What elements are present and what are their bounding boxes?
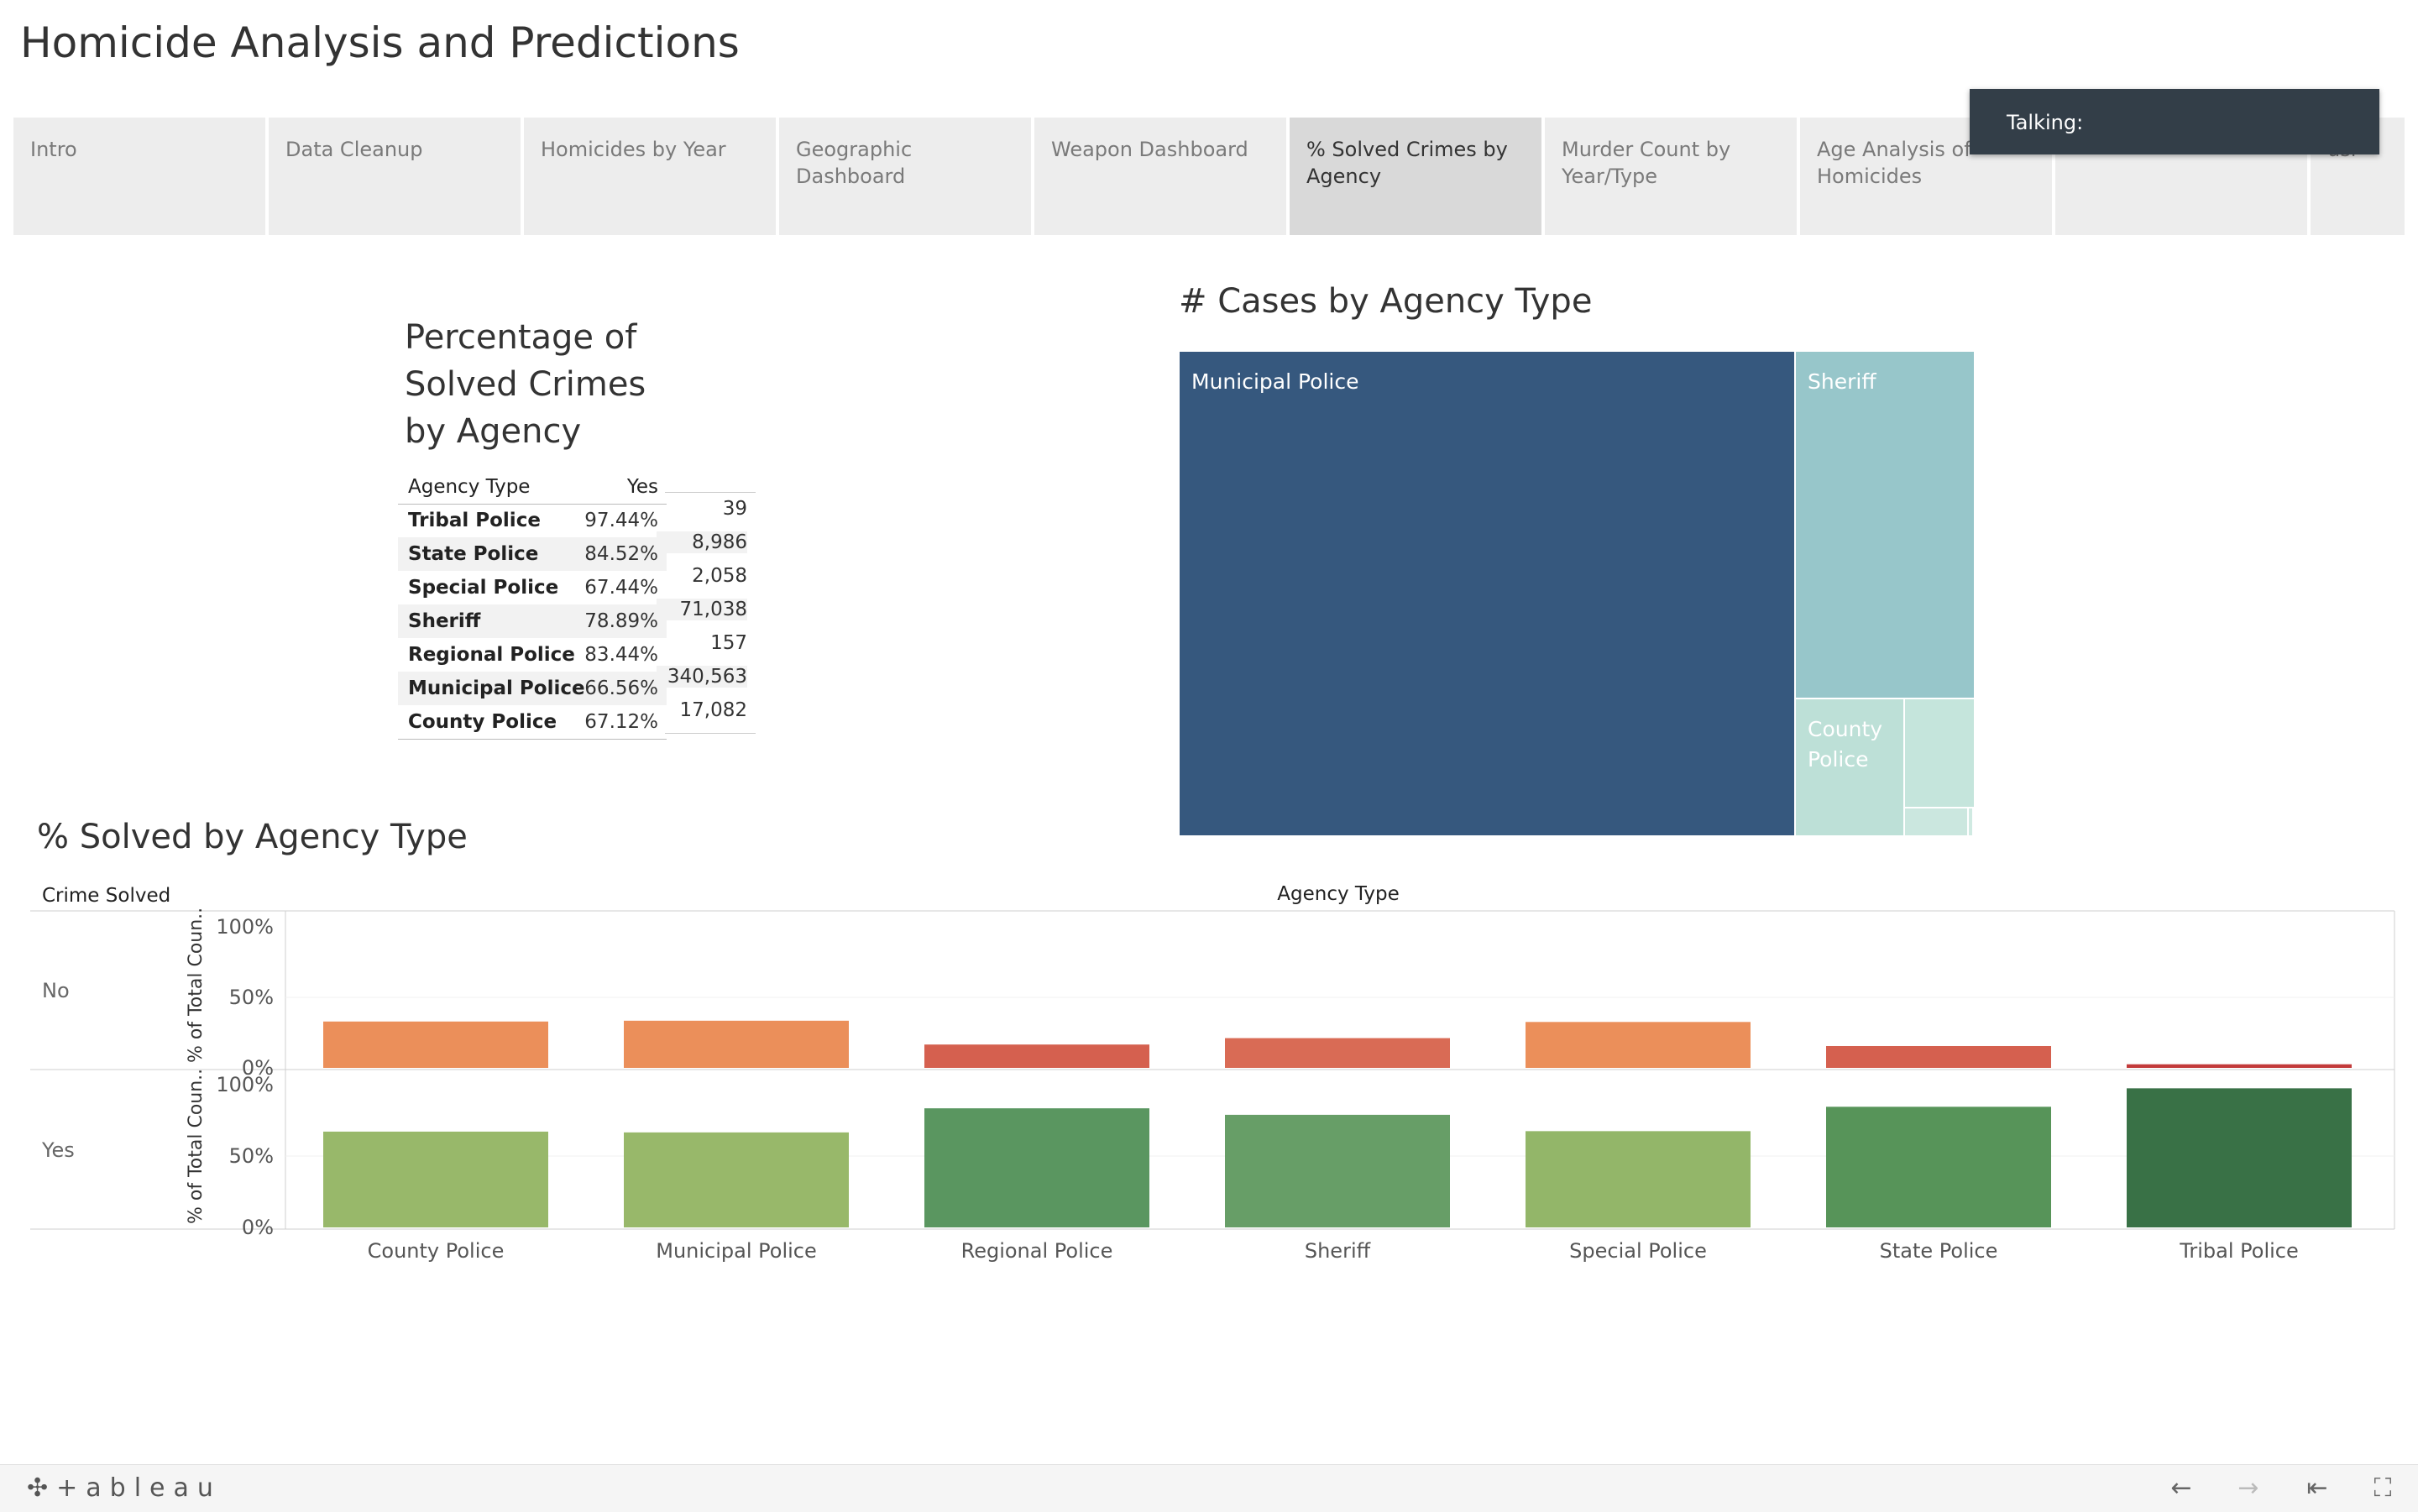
count-cell: 71,038 bbox=[657, 599, 747, 620]
story-title: Homicide Analysis and Predictions bbox=[20, 18, 740, 67]
row-agency: Tribal Police bbox=[408, 510, 541, 531]
bar-no[interactable] bbox=[1225, 1038, 1450, 1068]
talking-toast: Talking: bbox=[1970, 89, 2379, 154]
bar-no[interactable] bbox=[1526, 1022, 1751, 1068]
axis-tick-label: 100% bbox=[216, 915, 274, 939]
bar-yes[interactable] bbox=[1526, 1131, 1751, 1227]
pct-table-title: Percentage of Solved Crimes by Agency bbox=[405, 318, 646, 451]
bar-yes[interactable] bbox=[323, 1131, 548, 1227]
count-cell: 2,058 bbox=[692, 565, 747, 587]
bar-yes[interactable] bbox=[624, 1132, 849, 1227]
axis-tick-label: 50% bbox=[229, 986, 274, 1009]
treemap-cell-special-police[interactable] bbox=[1904, 808, 1968, 836]
row-agency: Sheriff bbox=[408, 610, 481, 632]
row-agency: Municipal Police bbox=[408, 678, 585, 699]
row-yes: 97.44% bbox=[584, 510, 658, 531]
row-label-yes: Yes bbox=[41, 1138, 75, 1162]
tab-solved-crimes-by-agency[interactable]: % Solved Crimes by Agency bbox=[1290, 118, 1541, 235]
tab-murder-count[interactable]: Murder Count by Year/Type bbox=[1545, 118, 1797, 235]
category-label: County Police bbox=[368, 1239, 505, 1263]
category-label: Special Police bbox=[1569, 1239, 1707, 1263]
solved-bar-chart[interactable]: Crime Solved Agency Type No Yes % of Tot… bbox=[0, 873, 2418, 1276]
back-arrow-icon[interactable]: ← bbox=[2163, 1472, 2200, 1505]
table-row[interactable]: County Police 67.12% bbox=[398, 705, 667, 740]
fullscreen-icon[interactable]: ⛶ bbox=[2364, 1472, 2401, 1505]
bar-no[interactable] bbox=[323, 1021, 548, 1068]
tab-intro[interactable]: Intro bbox=[13, 118, 265, 235]
table-row[interactable]: State Police 84.52% bbox=[398, 537, 667, 571]
bar-no[interactable] bbox=[1826, 1045, 2051, 1068]
bar-no[interactable] bbox=[624, 1020, 849, 1068]
count-cell: 39 bbox=[722, 498, 747, 520]
bars-layer bbox=[285, 997, 2394, 1227]
count-cell: 340,563 bbox=[657, 666, 747, 688]
treemap-title: # Cases by Agency Type bbox=[1179, 282, 1593, 321]
col-header-yes: Yes bbox=[626, 476, 658, 498]
treemap-cell-municipal-police[interactable]: Municipal Police bbox=[1179, 351, 1795, 836]
row-agency: Regional Police bbox=[408, 644, 575, 666]
table-row[interactable]: Municipal Police 66.56% bbox=[398, 672, 667, 705]
category-label: State Police bbox=[1880, 1239, 1998, 1263]
table-row[interactable]: Sheriff 78.89% bbox=[398, 604, 667, 638]
category-label: Tribal Police bbox=[2179, 1239, 2299, 1263]
category-label: Regional Police bbox=[961, 1239, 1113, 1263]
tableau-logo[interactable]: ✣+ableau bbox=[27, 1473, 222, 1503]
cases-treemap[interactable]: Municipal Police Sheriff County Police bbox=[1179, 351, 1975, 836]
count-cell: 17,082 bbox=[679, 699, 747, 721]
axis-title-yes: % of Total Coun.. bbox=[186, 1069, 207, 1224]
row-label-no: No bbox=[42, 979, 70, 1002]
tab-weapon-dashboard[interactable]: Weapon Dashboard bbox=[1034, 118, 1286, 235]
row-yes: 67.12% bbox=[584, 711, 658, 733]
bar-yes[interactable] bbox=[1826, 1107, 2051, 1227]
case-count-column[interactable]: 39 8,986 2,058 71,038 157 340,563 17,082 bbox=[657, 492, 756, 734]
bar-no[interactable] bbox=[924, 1044, 1149, 1068]
row-yes: 78.89% bbox=[584, 610, 658, 632]
treemap-cell-tribal-police[interactable] bbox=[1973, 808, 1975, 836]
category-label: Sheriff bbox=[1305, 1239, 1371, 1263]
row-yes: 83.44% bbox=[584, 644, 658, 666]
row-yes: 84.52% bbox=[584, 543, 658, 565]
axis-tick-label: 100% bbox=[216, 1073, 274, 1096]
table-row[interactable]: Tribal Police 97.44% bbox=[398, 504, 667, 537]
treemap-cell-county-police[interactable]: County Police bbox=[1795, 698, 1904, 836]
tab-data-cleanup[interactable]: Data Cleanup bbox=[269, 118, 521, 235]
bar-no[interactable] bbox=[2127, 1064, 2352, 1068]
row-header-crime-solved: Crime Solved bbox=[42, 885, 170, 907]
row-yes: 67.44% bbox=[584, 577, 658, 599]
tab-homicides-by-year[interactable]: Homicides by Year bbox=[524, 118, 776, 235]
crosstab-header: Agency Type Yes bbox=[398, 470, 667, 505]
table-row[interactable]: Regional Police 83.44% bbox=[398, 638, 667, 672]
col-header-agency: Agency Type bbox=[408, 476, 531, 498]
count-cell: 8,986 bbox=[657, 531, 747, 553]
bar-yes[interactable] bbox=[2127, 1088, 2352, 1227]
revert-start-icon[interactable]: ⇤ bbox=[2299, 1472, 2336, 1505]
bar-yes[interactable] bbox=[924, 1108, 1149, 1227]
col-header-agency-type: Agency Type bbox=[1277, 883, 1399, 905]
count-cell: 157 bbox=[710, 632, 747, 654]
treemap-label: County Police bbox=[1808, 717, 1883, 772]
treemap-cell-state-police[interactable] bbox=[1904, 698, 1975, 808]
row-agency: Special Police bbox=[408, 577, 559, 599]
row-yes: 66.56% bbox=[584, 678, 658, 699]
row-agency: State Police bbox=[408, 543, 539, 565]
axis-tick-label: 0% bbox=[242, 1216, 274, 1239]
treemap-cell-sheriff[interactable]: Sheriff bbox=[1795, 351, 1975, 698]
toast-text: Talking: bbox=[2007, 111, 2084, 134]
axis-title-no: % of Total Coun.. bbox=[186, 908, 207, 1063]
bar-chart-title: % Solved by Agency Type bbox=[37, 818, 468, 856]
bar-yes[interactable] bbox=[1225, 1114, 1450, 1227]
table-row[interactable]: Special Police 67.44% bbox=[398, 571, 667, 604]
treemap-label: Sheriff bbox=[1808, 369, 1876, 394]
tab-geographic-dashboard[interactable]: Geographic Dashboard bbox=[779, 118, 1031, 235]
category-label: Municipal Police bbox=[656, 1239, 817, 1263]
row-agency: County Police bbox=[408, 711, 557, 733]
axis-tick-label: 50% bbox=[229, 1144, 274, 1168]
bottom-toolbar: ✣+ableau ← → ⇤ ⛶ bbox=[0, 1464, 2418, 1512]
forward-arrow-icon[interactable]: → bbox=[2230, 1472, 2267, 1505]
treemap-label: Municipal Police bbox=[1191, 369, 1359, 394]
